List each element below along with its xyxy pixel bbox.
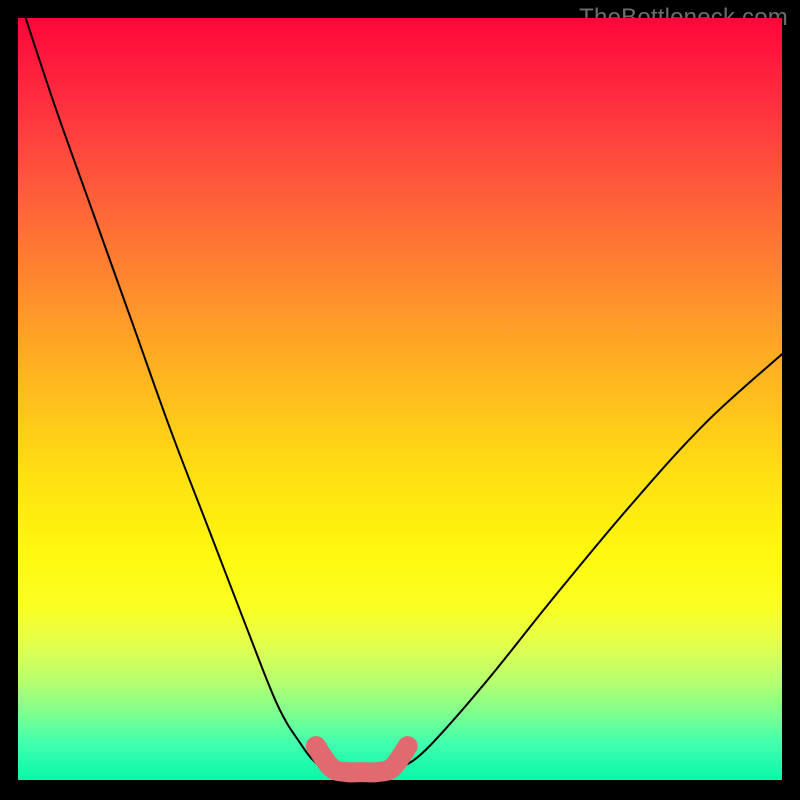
bottleneck-highlight [316, 746, 408, 772]
left-bottleneck-curve [26, 18, 332, 771]
curves-svg [18, 18, 782, 782]
plot-area [18, 18, 782, 782]
right-bottleneck-curve [392, 354, 782, 770]
chart-stage: TheBottleneck.com [0, 0, 800, 800]
